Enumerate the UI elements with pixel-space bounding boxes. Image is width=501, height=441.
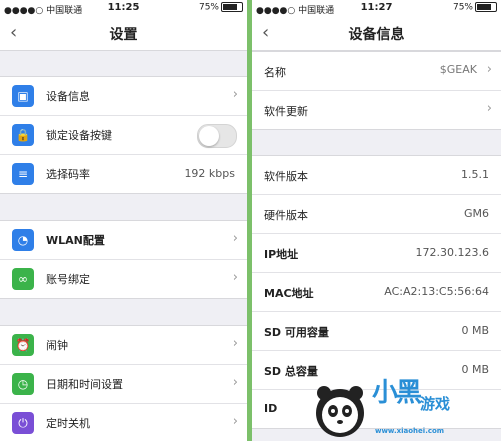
settings-item-device-info[interactable]: ▣ 设备信息 ›: [0, 77, 247, 116]
chevron-right-icon: ›: [232, 375, 238, 390]
battery-indicator: 75%: [199, 2, 243, 13]
info-row: 软件版本 1.5.1: [252, 156, 501, 195]
timer-power-icon: ⏻: [12, 412, 34, 434]
chevron-right-icon: ›: [486, 101, 492, 116]
chevron-right-icon: ›: [232, 414, 238, 429]
chevron-right-icon: ›: [232, 87, 238, 102]
status-bar: ●●●●○ 中国联通 11:27 75%: [252, 0, 501, 16]
wifi-icon: ◔: [12, 229, 34, 251]
info-row-name[interactable]: 名称 $GEAK ›: [252, 52, 501, 91]
info-row-software-update[interactable]: 软件更新 ›: [252, 91, 501, 129]
settings-item-lock-keys: 🔒 锁定设备按键: [0, 116, 247, 155]
settings-item-shutdown-timer[interactable]: ⏻ 定时关机 ›: [0, 404, 247, 441]
chevron-right-icon: ›: [486, 62, 492, 77]
bitrate-value: 192 kbps: [184, 167, 235, 180]
settings-item-account[interactable]: ∞ 账号绑定 ›: [0, 260, 247, 298]
watermark-logo-text: 小黑: [372, 378, 422, 408]
nav-bar: ‹ 设备信息: [252, 16, 501, 51]
alarm-icon: ⏰: [12, 334, 34, 356]
battery-indicator: 75%: [453, 2, 497, 13]
info-row: 硬件版本 GM6: [252, 195, 501, 234]
clock-icon: ◷: [12, 373, 34, 395]
lock-keys-toggle[interactable]: [197, 124, 237, 148]
info-row: SD 可用容量 0 MB: [252, 312, 501, 351]
nav-bar: ‹ 设置: [0, 16, 247, 51]
watermark-logo-subtext: 游戏: [420, 395, 451, 413]
page-title: 设置: [109, 27, 138, 43]
settings-group-device: ▣ 设备信息 › 🔒 锁定设备按键 ≡ 选择码率 192 kbps: [0, 76, 247, 194]
info-row: MAC地址 AC:A2:13:C5:56:64: [252, 273, 501, 312]
chevron-right-icon: ›: [232, 336, 238, 351]
device-info-icon: ▣: [12, 85, 34, 107]
status-bar: ●●●●○ 中国联通 11:25 75%: [0, 0, 247, 16]
link-icon: ∞: [12, 268, 34, 290]
settings-group-network: ◔ WLAN配置 › ∞ 账号绑定 ›: [0, 220, 247, 299]
settings-item-bitrate[interactable]: ≡ 选择码率 192 kbps: [0, 155, 247, 193]
lock-icon: 🔒: [12, 124, 34, 146]
settings-group-time: ⏰ 闹钟 › ◷ 日期和时间设置 › ⏻ 定时关机 ›: [0, 325, 247, 441]
chevron-right-icon: ›: [232, 231, 238, 246]
device-name-value: $GEAK: [439, 63, 477, 76]
watermark-url: www.xiaohei.com: [375, 427, 445, 435]
bitrate-icon: ≡: [12, 163, 34, 185]
settings-item-wlan[interactable]: ◔ WLAN配置 ›: [0, 221, 247, 260]
page-title: 设备信息: [348, 27, 405, 43]
chevron-right-icon: ›: [232, 270, 238, 285]
settings-item-alarm[interactable]: ⏰ 闹钟 ›: [0, 326, 247, 365]
settings-item-datetime[interactable]: ◷ 日期和时间设置 ›: [0, 365, 247, 404]
settings-screen: ●●●●○ 中国联通 11:25 75% ‹ 设置 ▣ 设备信息 › 🔒 锁定设…: [0, 0, 247, 441]
info-group-general: 名称 $GEAK › 软件更新 ›: [252, 51, 501, 130]
info-row: IP地址 172.30.123.6: [252, 234, 501, 273]
